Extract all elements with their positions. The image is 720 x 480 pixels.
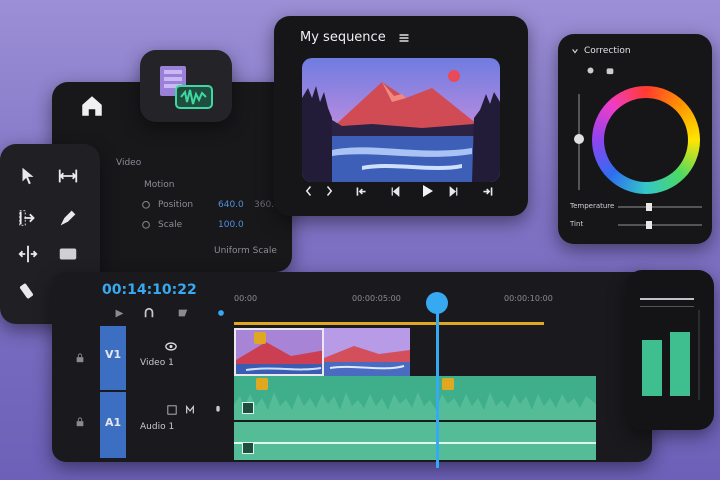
audio-clip-label <box>242 402 254 414</box>
preview-frame[interactable] <box>302 58 500 182</box>
track-name-v1: Video 1 <box>140 358 174 368</box>
work-area-bar[interactable] <box>234 322 544 325</box>
scale-value[interactable]: 100.0 <box>218 220 244 230</box>
audio-keyframe[interactable] <box>442 378 454 390</box>
record-dot-icon[interactable] <box>214 306 228 320</box>
track-header-a1[interactable]: A1 <box>100 392 126 458</box>
meter-peak-line <box>640 298 694 300</box>
motion-label[interactable]: Motion <box>144 180 175 190</box>
marker-icon[interactable] <box>176 306 190 320</box>
audio-clip[interactable] <box>234 376 596 460</box>
stopwatch-icon[interactable] <box>140 218 152 230</box>
snap-icon[interactable] <box>112 306 126 320</box>
ruler-label: 00:00:05:00 <box>352 294 401 303</box>
position-x-value[interactable]: 640.0 <box>218 200 244 210</box>
go-to-in-icon[interactable] <box>352 182 370 200</box>
temperature-slider[interactable] <box>618 206 702 208</box>
color-panel-title[interactable]: Correction <box>584 46 631 56</box>
temperature-slider-handle[interactable] <box>646 203 652 211</box>
stopwatch-icon[interactable] <box>140 198 152 210</box>
pen-tool-icon[interactable] <box>54 204 82 232</box>
track-select-tool-icon[interactable] <box>54 162 82 190</box>
wheel-slider-handle[interactable] <box>574 134 584 144</box>
timeline-panel: 00:14:10:22 00:00 00:00:05:00 00:00:10:0… <box>52 272 652 468</box>
meter-scale <box>698 310 700 400</box>
hamburger-icon[interactable] <box>396 30 412 46</box>
link-icon[interactable] <box>142 306 156 320</box>
scale-label: Scale <box>158 220 183 230</box>
track-id-a1: A1 <box>105 416 122 429</box>
eye-icon[interactable] <box>164 340 178 352</box>
audio-clip-label <box>242 442 254 454</box>
video-section-label: Video <box>116 158 142 168</box>
ripple-edit-tool-icon[interactable] <box>14 204 42 232</box>
lock-icon[interactable] <box>74 416 86 428</box>
slip-tool-icon[interactable] <box>14 240 42 268</box>
media-clip-icon[interactable] <box>158 64 214 110</box>
audio-keyframe[interactable] <box>256 378 268 390</box>
uniform-scale-label[interactable]: Uniform Scale <box>214 246 277 256</box>
razor-tool-icon[interactable] <box>14 276 42 304</box>
selection-tool-icon[interactable] <box>14 162 42 190</box>
clip-fx-badge[interactable] <box>254 332 266 344</box>
audio-meter-right <box>670 332 690 396</box>
temperature-label: Temperature <box>570 202 615 210</box>
play-icon[interactable] <box>416 180 438 202</box>
eyedropper-icon[interactable] <box>584 64 596 76</box>
microphone-icon[interactable] <box>212 404 224 416</box>
tint-label: Tint <box>570 220 584 228</box>
track-id-v1: V1 <box>105 348 122 361</box>
sequence-title[interactable]: My sequence <box>300 30 386 45</box>
step-forward-icon[interactable] <box>444 182 462 200</box>
lumetri-color-panel: Correction Temperature Tint <box>558 34 712 244</box>
video-clip[interactable] <box>234 328 324 376</box>
ruler-label: 00:00 <box>234 294 258 303</box>
media-bin-panel <box>140 50 232 122</box>
mute-button[interactable] <box>166 404 178 416</box>
audio-meter-left <box>642 340 662 396</box>
hand-icon[interactable] <box>604 64 616 76</box>
color-wheel-center <box>604 98 688 182</box>
playhead-handle[interactable] <box>426 292 448 314</box>
tint-slider[interactable] <box>618 224 702 226</box>
step-back-icon[interactable] <box>386 182 404 200</box>
mark-out-icon[interactable] <box>320 182 338 200</box>
playhead-line[interactable] <box>436 308 439 468</box>
home-icon[interactable] <box>78 92 106 120</box>
program-monitor-panel: My sequence <box>274 16 528 216</box>
rectangle-tool-icon[interactable] <box>54 240 82 268</box>
go-to-out-icon[interactable] <box>478 182 496 200</box>
tint-slider-handle[interactable] <box>646 221 652 229</box>
solo-button[interactable] <box>184 404 196 416</box>
track-header-v1[interactable]: V1 <box>100 326 126 390</box>
collapse-arrow-icon[interactable] <box>570 46 580 56</box>
mark-in-icon[interactable] <box>300 182 318 200</box>
meter-peak-line <box>640 306 694 307</box>
timecode-display[interactable]: 00:14:10:22 <box>102 282 197 298</box>
color-wheel[interactable] <box>592 86 700 194</box>
audio-meter-panel <box>626 270 714 430</box>
video-clip[interactable] <box>324 328 410 376</box>
track-name-a1: Audio 1 <box>140 422 175 432</box>
ruler-label: 00:00:10:00 <box>504 294 553 303</box>
lock-icon[interactable] <box>74 352 86 364</box>
position-label: Position <box>158 200 194 210</box>
